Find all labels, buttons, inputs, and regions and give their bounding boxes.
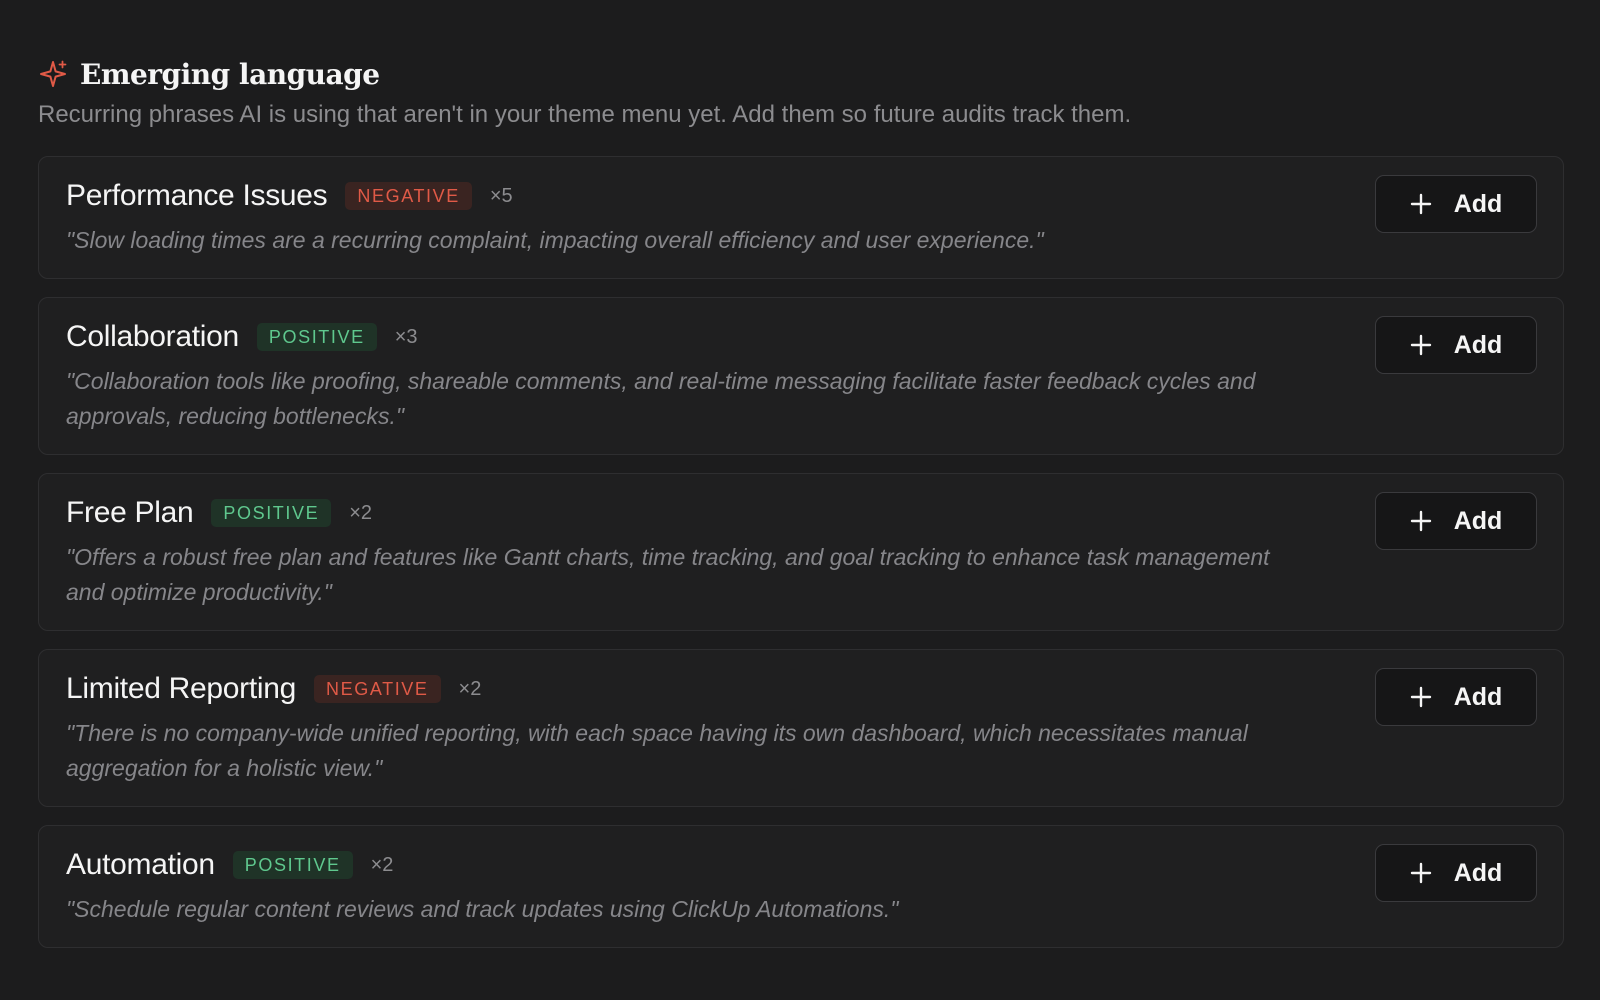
phrase-quote: "Offers a robust free plan and features … bbox=[66, 544, 1270, 605]
emerging-language-section: Emerging language Recurring phrases AI i… bbox=[38, 52, 1564, 966]
phrase-card: Collaboration POSITIVE ×3 "Collaboration… bbox=[38, 297, 1564, 455]
plus-icon bbox=[1410, 193, 1432, 215]
occurrence-count: ×3 bbox=[394, 325, 418, 348]
occurrence-count: ×2 bbox=[458, 677, 482, 700]
phrase-list: Performance Issues NEGATIVE ×5 "Slow loa… bbox=[38, 156, 1564, 948]
phrase-name: Limited Reporting bbox=[66, 672, 297, 705]
add-button-label: Add bbox=[1453, 506, 1503, 535]
add-button-label: Add bbox=[1453, 189, 1503, 218]
phrase-name: Performance Issues bbox=[66, 179, 328, 212]
phrase-quote: "Schedule regular content reviews and tr… bbox=[66, 896, 899, 922]
phrase-card: Performance Issues NEGATIVE ×5 "Slow loa… bbox=[38, 156, 1564, 279]
occurrence-count: ×2 bbox=[349, 501, 373, 524]
phrase-name: Collaboration bbox=[66, 320, 239, 353]
sentiment-badge: POSITIVE bbox=[256, 323, 377, 351]
occurrence-count: ×5 bbox=[489, 184, 513, 207]
sparkle-icon bbox=[38, 59, 68, 89]
plus-icon bbox=[1410, 862, 1432, 884]
phrase-card: Limited Reporting NEGATIVE ×2 "There is … bbox=[38, 649, 1564, 807]
add-button[interactable]: Add bbox=[1375, 844, 1537, 902]
add-button[interactable]: Add bbox=[1375, 668, 1537, 726]
sentiment-badge: POSITIVE bbox=[232, 851, 353, 879]
plus-icon bbox=[1410, 334, 1432, 356]
section-title: Emerging language bbox=[80, 57, 380, 91]
sentiment-badge: NEGATIVE bbox=[345, 182, 472, 210]
phrase-card: Free Plan POSITIVE ×2 "Offers a robust f… bbox=[38, 473, 1564, 631]
add-button[interactable]: Add bbox=[1375, 492, 1537, 550]
add-button[interactable]: Add bbox=[1375, 316, 1537, 374]
phrase-quote: "Collaboration tools like proofing, shar… bbox=[66, 368, 1256, 429]
add-button-label: Add bbox=[1453, 858, 1503, 887]
add-button[interactable]: Add bbox=[1375, 175, 1537, 233]
phrase-card: Automation POSITIVE ×2 "Schedule regular… bbox=[38, 825, 1564, 948]
phrase-name: Automation bbox=[66, 848, 215, 881]
add-button-label: Add bbox=[1453, 682, 1503, 711]
plus-icon bbox=[1410, 510, 1432, 532]
phrase-quote: "Slow loading times are a recurring comp… bbox=[66, 227, 1044, 253]
phrase-quote: "There is no company-wide unified report… bbox=[66, 720, 1248, 781]
occurrence-count: ×2 bbox=[370, 853, 394, 876]
sentiment-badge: NEGATIVE bbox=[314, 675, 441, 703]
add-button-label: Add bbox=[1453, 330, 1503, 359]
phrase-name: Free Plan bbox=[66, 496, 194, 529]
section-header: Emerging language bbox=[38, 52, 1564, 96]
plus-icon bbox=[1410, 686, 1432, 708]
section-subtitle: Recurring phrases AI is using that aren'… bbox=[38, 101, 1132, 128]
sentiment-badge: POSITIVE bbox=[211, 499, 332, 527]
